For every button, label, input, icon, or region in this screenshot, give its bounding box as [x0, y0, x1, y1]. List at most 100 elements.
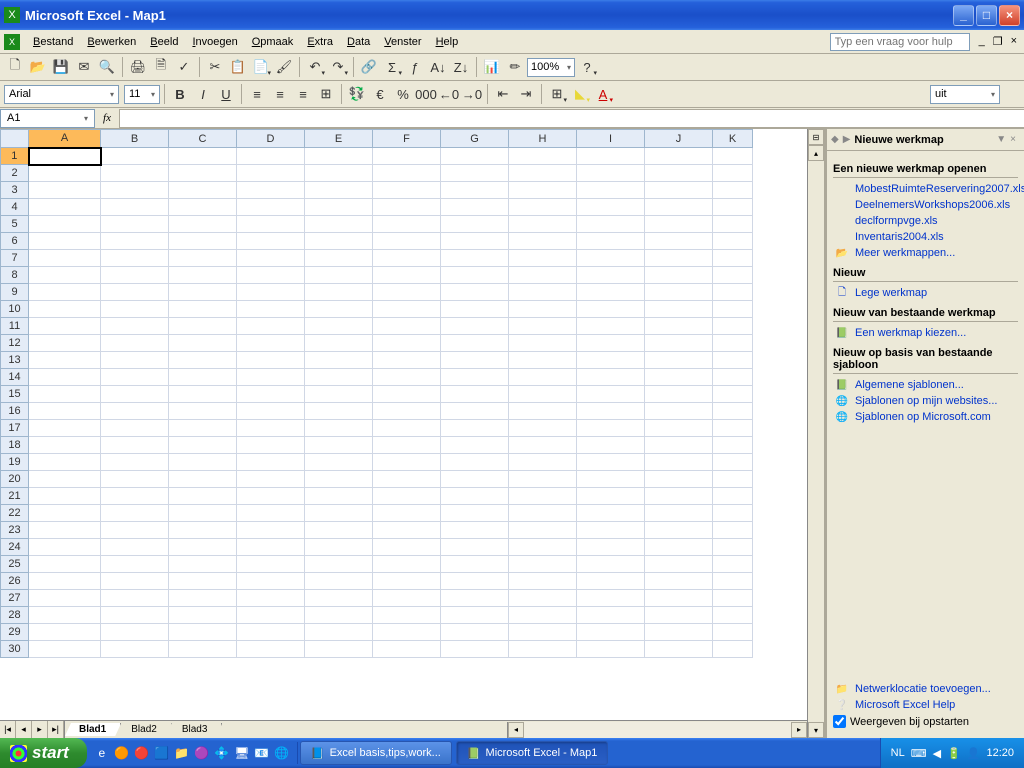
chart-button[interactable]: 📊	[481, 56, 503, 78]
cell-I24[interactable]	[577, 539, 645, 556]
cell-F8[interactable]	[373, 267, 441, 284]
cell-I19[interactable]	[577, 454, 645, 471]
cell-G7[interactable]	[441, 250, 509, 267]
cell-E27[interactable]	[305, 590, 373, 607]
cell-D23[interactable]	[237, 522, 305, 539]
cell-G6[interactable]	[441, 233, 509, 250]
cell-B14[interactable]	[101, 369, 169, 386]
cell-H24[interactable]	[509, 539, 577, 556]
cell-H20[interactable]	[509, 471, 577, 488]
cell-J18[interactable]	[645, 437, 713, 454]
cell-K7[interactable]	[713, 250, 753, 267]
cell-K16[interactable]	[713, 403, 753, 420]
cell-A5[interactable]	[29, 216, 101, 233]
cell-F19[interactable]	[373, 454, 441, 471]
ql-icon[interactable]: 🟦	[153, 742, 171, 764]
cell-C20[interactable]	[169, 471, 237, 488]
sheet-tab-blad2[interactable]: Blad2	[117, 723, 172, 736]
row-header-28[interactable]: 28	[1, 607, 29, 624]
cell-D21[interactable]	[237, 488, 305, 505]
cell-K24[interactable]	[713, 539, 753, 556]
recent-file-link[interactable]: Inventaris2004.xls	[833, 229, 1018, 245]
ql-icon[interactable]: 🟣	[193, 742, 211, 764]
cell-I21[interactable]	[577, 488, 645, 505]
cell-D12[interactable]	[237, 335, 305, 352]
cell-D15[interactable]	[237, 386, 305, 403]
cell-E5[interactable]	[305, 216, 373, 233]
cell-A14[interactable]	[29, 369, 101, 386]
cell-K13[interactable]	[713, 352, 753, 369]
cell-I18[interactable]	[577, 437, 645, 454]
cell-K1[interactable]	[713, 148, 753, 165]
ql-icon[interactable]: 💠	[213, 742, 231, 764]
cell-B28[interactable]	[101, 607, 169, 624]
cell-I6[interactable]	[577, 233, 645, 250]
cell-C18[interactable]	[169, 437, 237, 454]
euro-button[interactable]: €	[369, 83, 391, 105]
cell-G26[interactable]	[441, 573, 509, 590]
cell-H12[interactable]	[509, 335, 577, 352]
menu-help[interactable]: Help	[429, 33, 466, 51]
cell-I16[interactable]	[577, 403, 645, 420]
cell-A30[interactable]	[29, 641, 101, 658]
cell-J15[interactable]	[645, 386, 713, 403]
row-header-24[interactable]: 24	[1, 539, 29, 556]
cell-H26[interactable]	[509, 573, 577, 590]
cell-C7[interactable]	[169, 250, 237, 267]
cell-G28[interactable]	[441, 607, 509, 624]
cell-A21[interactable]	[29, 488, 101, 505]
row-header-11[interactable]: 11	[1, 318, 29, 335]
col-header-K[interactable]: K	[713, 130, 753, 148]
cell-A12[interactable]	[29, 335, 101, 352]
cell-I15[interactable]	[577, 386, 645, 403]
row-header-8[interactable]: 8	[1, 267, 29, 284]
cell-B25[interactable]	[101, 556, 169, 573]
cell-D26[interactable]	[237, 573, 305, 590]
cell-G16[interactable]	[441, 403, 509, 420]
cell-D28[interactable]	[237, 607, 305, 624]
cell-F20[interactable]	[373, 471, 441, 488]
cell-J1[interactable]	[645, 148, 713, 165]
cell-G24[interactable]	[441, 539, 509, 556]
cell-G8[interactable]	[441, 267, 509, 284]
cell-G20[interactable]	[441, 471, 509, 488]
cell-C9[interactable]	[169, 284, 237, 301]
cell-J25[interactable]	[645, 556, 713, 573]
cell-E23[interactable]	[305, 522, 373, 539]
cell-G19[interactable]	[441, 454, 509, 471]
sort-asc-button[interactable]: A↓	[427, 56, 449, 78]
cell-C3[interactable]	[169, 182, 237, 199]
recent-file-link[interactable]: DeelnemersWorkshops2006.xls	[833, 197, 1018, 213]
cell-A24[interactable]	[29, 539, 101, 556]
add-netloc-link[interactable]: 📁Netwerklocatie toevoegen...	[833, 681, 1018, 697]
align-center-button[interactable]: ≡	[269, 83, 291, 105]
cell-A27[interactable]	[29, 590, 101, 607]
cell-K30[interactable]	[713, 641, 753, 658]
cell-F26[interactable]	[373, 573, 441, 590]
cell-K26[interactable]	[713, 573, 753, 590]
cell-E8[interactable]	[305, 267, 373, 284]
taskpane-menu-button[interactable]: ▼	[996, 134, 1006, 145]
cell-A7[interactable]	[29, 250, 101, 267]
vertical-scrollbar[interactable]: ⊟ ▴ ▾	[807, 129, 824, 738]
cell-H30[interactable]	[509, 641, 577, 658]
row-header-5[interactable]: 5	[1, 216, 29, 233]
cell-H13[interactable]	[509, 352, 577, 369]
cell-F4[interactable]	[373, 199, 441, 216]
cell-B6[interactable]	[101, 233, 169, 250]
cell-K2[interactable]	[713, 165, 753, 182]
menu-opmaak[interactable]: Opmaak	[245, 33, 301, 51]
spreadsheet-grid[interactable]: ABCDEFGHIJK12345678910111213141516171819…	[0, 129, 807, 720]
cell-E25[interactable]	[305, 556, 373, 573]
row-header-23[interactable]: 23	[1, 522, 29, 539]
ql-icon[interactable]: 🔴	[133, 742, 151, 764]
cell-F6[interactable]	[373, 233, 441, 250]
cell-B19[interactable]	[101, 454, 169, 471]
col-header-F[interactable]: F	[373, 130, 441, 148]
cell-B4[interactable]	[101, 199, 169, 216]
cell-I1[interactable]	[577, 148, 645, 165]
cell-D9[interactable]	[237, 284, 305, 301]
cell-K29[interactable]	[713, 624, 753, 641]
cell-E2[interactable]	[305, 165, 373, 182]
cell-G1[interactable]	[441, 148, 509, 165]
